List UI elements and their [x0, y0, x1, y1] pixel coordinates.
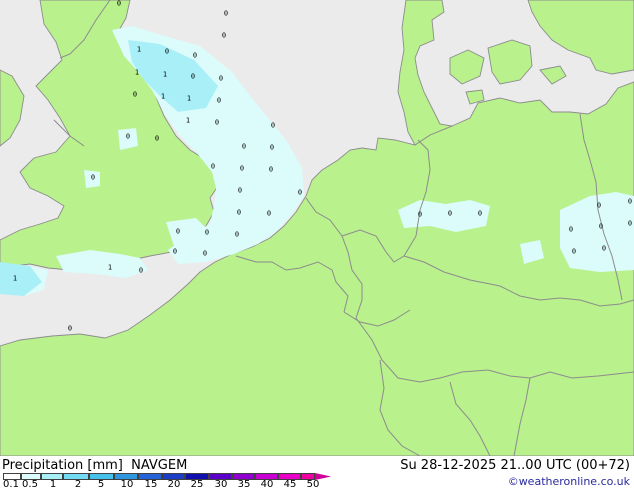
value-label: 1: [186, 94, 192, 103]
value-label: 0: [138, 266, 144, 275]
value-label: 0: [266, 209, 272, 218]
value-label: 0: [571, 247, 577, 256]
value-label: 0: [221, 31, 227, 40]
map-footer: Precipitation [mm] NAVGEM Su 28-12-2025 …: [0, 456, 634, 490]
valid-time: Su 28-12-2025 21..00 UTC (00+72): [400, 458, 630, 473]
value-label: 1: [12, 274, 18, 283]
legend-tick-label: 30: [214, 479, 228, 490]
value-label: 0: [627, 197, 633, 206]
value-label: 0: [172, 247, 178, 256]
legend-tick-label: 25: [190, 479, 204, 490]
legend-tick-label: 15: [144, 479, 158, 490]
value-label: 0: [447, 209, 453, 218]
value-label: 0: [237, 186, 243, 195]
value-label: 0: [218, 74, 224, 83]
value-label: 0: [132, 90, 138, 99]
value-label: 0: [269, 143, 275, 152]
value-label: 1: [107, 263, 113, 272]
value-label: 0: [627, 219, 633, 228]
legend-tick-label: 10: [120, 479, 134, 490]
value-label: 0: [216, 96, 222, 105]
value-label: 0: [190, 72, 196, 81]
value-label: 0: [417, 210, 423, 219]
legend-tick-label: 45: [283, 479, 297, 490]
value-label: 0: [164, 47, 170, 56]
value-label: 0: [204, 228, 210, 237]
value-label: 0: [236, 208, 242, 217]
value-label: 0: [175, 227, 181, 236]
value-label: 0: [598, 222, 604, 231]
map-canvas: [0, 0, 634, 456]
legend-tick-label: 35: [237, 479, 251, 490]
value-label: 0: [154, 134, 160, 143]
value-label: 0: [477, 209, 483, 218]
legend-tick-label: 5: [97, 479, 105, 490]
map-title: Precipitation [mm] NAVGEM: [2, 458, 188, 473]
legend-tick-label: 50: [306, 479, 320, 490]
value-label: 0: [239, 164, 245, 173]
credit-link[interactable]: ©weatheronline.co.uk: [508, 475, 630, 488]
legend-tick-label: 20: [167, 479, 181, 490]
precipitation-legend: 0.1 0.5 1 2 5 10 15 20 25 30 35 40 45 50: [3, 473, 333, 490]
value-label: 0: [568, 225, 574, 234]
value-label: 1: [160, 92, 166, 101]
value-label: 1: [134, 68, 140, 77]
value-label: 0: [234, 230, 240, 239]
legend-tick-label: 0.5: [22, 479, 38, 490]
value-label: 0: [601, 244, 607, 253]
legend-tick-label: 2: [74, 479, 82, 490]
value-label: 0: [116, 0, 122, 8]
value-label: 0: [270, 121, 276, 130]
value-label: 0: [596, 201, 602, 210]
legend-tick-label: 1: [49, 479, 57, 490]
legend-tick-label: 0.1: [3, 479, 19, 490]
value-label: 0: [210, 162, 216, 171]
value-label: 0: [223, 9, 229, 18]
value-label: 0: [241, 142, 247, 151]
value-label: 0: [268, 165, 274, 174]
value-label: 1: [185, 116, 191, 125]
value-label: 0: [202, 249, 208, 258]
value-label: 0: [90, 173, 96, 182]
value-label: 1: [136, 45, 142, 54]
value-label: 0: [192, 51, 198, 60]
precip-germany: [398, 200, 490, 232]
legend-tick-label: 40: [260, 479, 274, 490]
value-label: 0: [125, 132, 131, 141]
value-label: 0: [214, 118, 220, 127]
value-label: 0: [297, 188, 303, 197]
precipitation-map: 0 1 0 0 1 1 0 0 0 1 0 1 1 0 0 0 0 0 0 0 …: [0, 0, 634, 456]
value-label: 1: [162, 70, 168, 79]
value-label: 0: [67, 324, 73, 333]
